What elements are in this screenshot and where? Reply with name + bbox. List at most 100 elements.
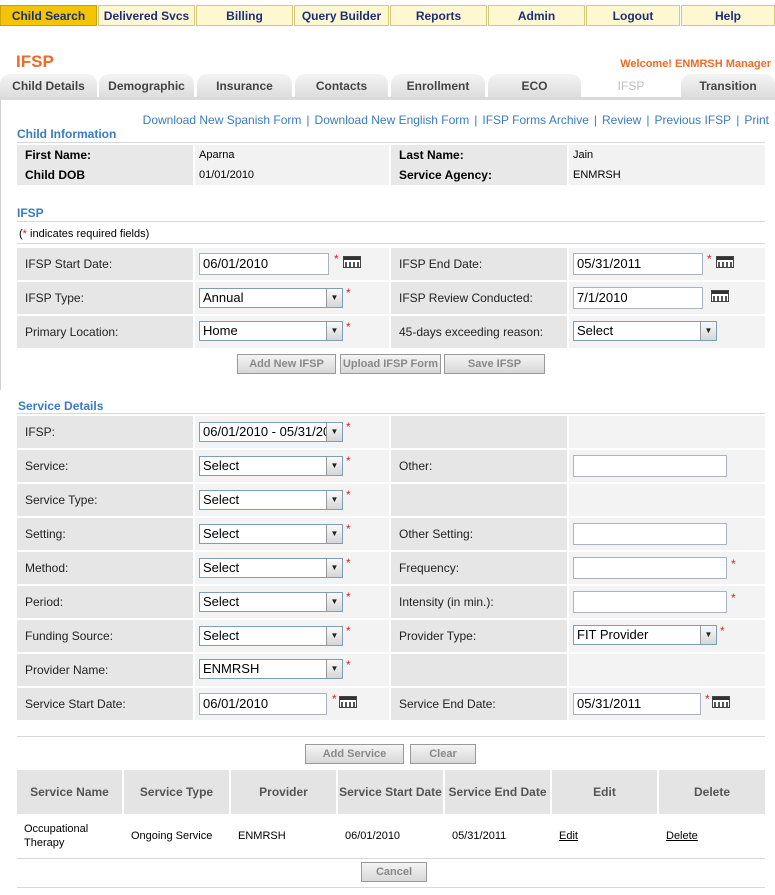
- form-row: IFSP: 06/01/2010 - 05/31/2011 ▼ *: [17, 416, 765, 448]
- nav-help[interactable]: Help: [681, 5, 775, 26]
- service-type-value: Select: [203, 492, 240, 507]
- ifsp-type-cell: Annual ▼ *: [195, 282, 389, 314]
- table-cell: ENMRSH: [238, 830, 286, 842]
- other-setting-input[interactable]: [573, 523, 727, 545]
- divider: [17, 221, 765, 222]
- service-end-date-label: Service End Date:: [391, 688, 567, 720]
- other-label: Other:: [391, 450, 567, 482]
- ifsp-start-date-label: IFSP Start Date:: [17, 248, 193, 280]
- column-header: Provider: [231, 770, 336, 814]
- print-link[interactable]: Print: [744, 113, 769, 127]
- nav-billing[interactable]: Billing: [196, 5, 293, 26]
- service-type-select[interactable]: Select ▼: [199, 490, 343, 510]
- required-star: *: [346, 624, 351, 638]
- tab-contacts[interactable]: Contacts: [295, 74, 388, 98]
- calendar-icon[interactable]: [712, 696, 730, 708]
- nav-admin[interactable]: Admin: [488, 5, 585, 26]
- download-spanish-form-link[interactable]: Download New Spanish Form: [143, 113, 302, 127]
- tab-eco[interactable]: ECO: [488, 74, 581, 98]
- chevron-down-icon: ▼: [700, 322, 716, 340]
- tab-transition[interactable]: Transition: [681, 74, 775, 98]
- review-link[interactable]: Review: [602, 113, 641, 127]
- primary-location-cell: Home ▼ *: [195, 316, 389, 348]
- setting-cell: Select ▼ *: [195, 518, 389, 550]
- delete-link[interactable]: Delete: [666, 829, 698, 843]
- ifsp-type-value: Annual: [203, 290, 244, 305]
- funding-source-select[interactable]: Select ▼: [199, 626, 343, 646]
- setting-select[interactable]: Select ▼: [199, 524, 343, 544]
- previous-ifsp-link[interactable]: Previous IFSP: [654, 113, 731, 127]
- cancel-button[interactable]: Cancel: [361, 862, 427, 882]
- provider-type-cell: FIT Provider ▼ *: [569, 620, 765, 652]
- nav-reports[interactable]: Reports: [390, 5, 487, 26]
- nav-child-search[interactable]: Child Search: [0, 5, 97, 26]
- other-input[interactable]: [573, 455, 727, 477]
- chevron-down-icon: ▼: [326, 627, 342, 645]
- service-cell: Select ▼ *: [195, 450, 389, 482]
- tab-ifsp[interactable]: IFSP: [584, 74, 678, 98]
- upload-ifsp-form-button[interactable]: Upload IFSP Form: [340, 354, 441, 374]
- chevron-down-icon: ▼: [326, 525, 342, 543]
- primary-location-select[interactable]: Home ▼: [199, 321, 343, 341]
- add-new-ifsp-button[interactable]: Add New IFSP: [237, 354, 336, 374]
- download-english-form-link[interactable]: Download New English Form: [315, 113, 470, 127]
- provider-type-value: FIT Provider: [577, 627, 649, 642]
- calendar-icon[interactable]: [716, 256, 734, 268]
- provider-name-cell: ENMRSH ▼ *: [195, 654, 389, 686]
- edit-link[interactable]: Edit: [559, 829, 578, 843]
- tab-demographic[interactable]: Demographic: [99, 74, 194, 98]
- intensity-input[interactable]: [573, 591, 727, 613]
- column-header: Service Start Date: [338, 770, 443, 814]
- dob-value: 01/01/2010: [195, 165, 389, 185]
- exceeding-reason-select[interactable]: Select ▼: [573, 321, 717, 341]
- required-star: *: [731, 557, 736, 571]
- exceeding-reason-value: Select: [577, 323, 614, 338]
- ifsp-end-date-input[interactable]: 05/31/2011: [573, 253, 703, 275]
- period-label: Period:: [17, 586, 193, 618]
- tab-child-details[interactable]: Child Details: [0, 74, 97, 98]
- tab-enrollment[interactable]: Enrollment: [391, 74, 485, 98]
- service-value: Select: [203, 458, 240, 473]
- ifsp-forms-archive-link[interactable]: IFSP Forms Archive: [482, 113, 588, 127]
- provider-name-select[interactable]: ENMRSH ▼: [199, 659, 343, 679]
- required-star: *: [346, 286, 351, 300]
- ifsp-type-select[interactable]: Annual ▼: [199, 288, 343, 308]
- chevron-down-icon: ▼: [326, 289, 342, 307]
- welcome-message: Welcome! ENMRSH Manager: [620, 58, 771, 70]
- service-end-date-input[interactable]: 05/31/2011: [573, 693, 701, 715]
- empty-cell: [569, 416, 765, 448]
- service-agency-value: ENMRSH: [569, 165, 765, 185]
- required-star: *: [707, 252, 712, 266]
- required-star: *: [346, 522, 351, 536]
- save-ifsp-button[interactable]: Save IFSP: [444, 354, 545, 374]
- method-select[interactable]: Select ▼: [199, 558, 343, 578]
- service-start-date-input[interactable]: 06/01/2010: [199, 693, 327, 715]
- last-name-value: Jain: [569, 145, 765, 165]
- frequency-input[interactable]: [573, 557, 727, 579]
- service-ifsp-select[interactable]: 06/01/2010 - 05/31/2011 ▼: [199, 422, 343, 442]
- nav-logout[interactable]: Logout: [586, 5, 680, 26]
- nav-query-builder[interactable]: Query Builder: [294, 5, 389, 26]
- required-star: *: [346, 590, 351, 604]
- ifsp-end-date-label: IFSP End Date:: [391, 248, 567, 280]
- divider: [17, 858, 765, 859]
- funding-source-value: Select: [203, 628, 240, 643]
- divider: [17, 142, 765, 143]
- service-select[interactable]: Select ▼: [199, 456, 343, 476]
- clear-button[interactable]: Clear: [410, 744, 476, 764]
- tab-insurance[interactable]: Insurance: [197, 74, 292, 98]
- form-row: IFSP Type: Annual ▼ * IFSP Review Conduct…: [17, 282, 765, 314]
- calendar-icon[interactable]: [339, 696, 357, 708]
- ifsp-start-date-input[interactable]: 06/01/2010: [199, 253, 329, 275]
- ifsp-review-input[interactable]: 7/1/2010: [573, 287, 703, 309]
- provider-type-select[interactable]: FIT Provider ▼: [573, 625, 717, 645]
- add-service-button[interactable]: Add Service: [305, 744, 404, 764]
- calendar-icon[interactable]: [343, 256, 361, 268]
- chevron-down-icon: ▼: [326, 660, 342, 678]
- divider: [17, 736, 765, 737]
- calendar-icon[interactable]: [711, 290, 729, 302]
- nav-delivered-svcs[interactable]: Delivered Svcs: [98, 5, 195, 26]
- service-ifsp-label: IFSP:: [17, 416, 193, 448]
- service-agency-label: Service Agency:: [391, 165, 567, 185]
- period-select[interactable]: Select ▼: [199, 592, 343, 612]
